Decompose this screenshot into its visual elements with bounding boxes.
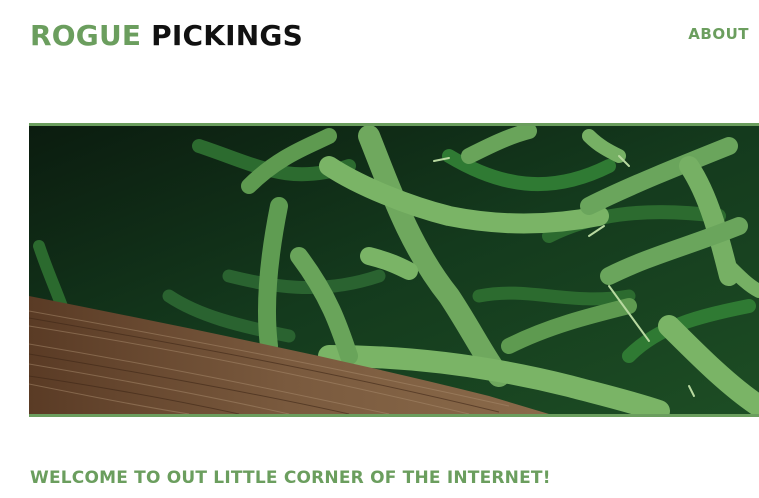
logo-accent-text: ROGUE [30,19,142,52]
hero-image [29,123,759,417]
site-logo[interactable]: ROGUE PICKINGS [30,17,303,55]
welcome-heading: WELCOME TO OUT LITTLE CORNER OF THE INTE… [30,468,551,488]
page: ROGUE PICKINGS ABOUT WELCOME TO OUT LITT… [0,0,759,498]
green-beans-photo [29,126,759,414]
logo-main-text: PICKINGS [151,19,303,52]
nav-about-link[interactable]: ABOUT [688,25,749,43]
